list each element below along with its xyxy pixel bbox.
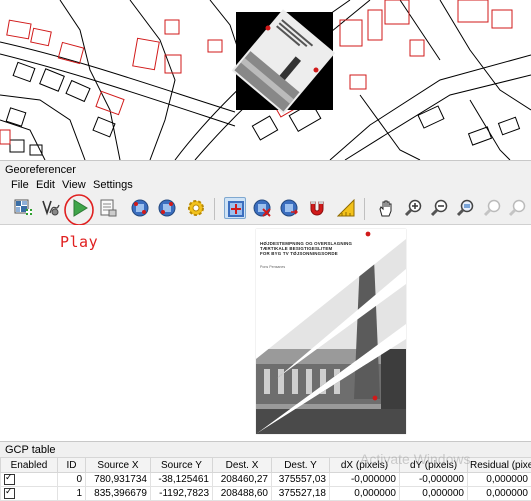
delete-point-button[interactable] [251,197,273,219]
dest-x-cell[interactable]: 208460,27 [213,473,272,487]
id-cell[interactable]: 1 [58,487,86,501]
enabled-checkbox[interactable] [4,488,15,499]
add-point-icon [227,200,245,218]
settings-button[interactable] [185,197,207,219]
zoom-to-layer-icon [456,199,474,217]
transformation-settings-button[interactable] [40,197,62,219]
zoom-next-icon [508,199,526,217]
menu-edit[interactable]: Edit [34,179,57,191]
open-raster-icon [14,199,32,217]
pan-icon [377,199,395,217]
add-point-button[interactable] [224,197,246,219]
col-dest-y[interactable]: Dest. Y [272,458,330,473]
source-y-cell[interactable]: -1192,7823 [151,487,213,501]
dest-x-cell[interactable]: 208488,60 [213,487,272,501]
settings-gear-icon [187,199,205,217]
save-gcp-points-icon [158,199,176,217]
col-dx[interactable]: dX (pixels) [330,458,400,473]
raster-document: HØJDESTEMPNING OG OVERSLAGNING TÆRTIKALE… [256,229,406,434]
zoom-last-icon [483,199,501,217]
col-residual[interactable]: Residual (pixels) [468,458,531,473]
zoom-out-button[interactable] [428,197,450,219]
map-parcels-drawing [0,0,531,160]
col-enabled[interactable]: Enabled [1,458,58,473]
raster-gcp-point [373,396,378,401]
gcp-table: Enabled ID Source X Source Y Dest. X Des… [0,457,531,501]
raster-gcp-point [366,232,371,237]
dy-cell: -0,000000 [400,473,468,487]
col-dest-x[interactable]: Dest. X [213,458,272,473]
source-x-cell[interactable]: 780,931734 [86,473,151,487]
link-qgis-icon [337,199,355,217]
dest-y-cell[interactable]: 375557,03 [272,473,330,487]
georeferencer-title-bar[interactable]: Georeferencer [0,160,531,179]
dx-cell: 0,000000 [330,487,400,501]
load-gcp-points-icon [131,199,149,217]
zoom-out-icon [430,199,448,217]
col-id[interactable]: ID [58,458,86,473]
raster-canvas[interactable]: Play HØJDESTEMPNING OG OVERSLAGNING TÆRT… [0,225,531,440]
play-annotation-label: Play [60,233,98,251]
col-dy[interactable]: dY (pixels) [400,458,468,473]
save-gcp-points-button[interactable] [156,197,178,219]
source-y-cell[interactable]: -38,125461 [151,473,213,487]
link-georeferencer-icon [308,199,326,217]
col-source-y[interactable]: Source Y [151,458,213,473]
delete-point-icon [253,199,271,217]
toolbar-separator [364,198,365,220]
menu-settings[interactable]: Settings [91,179,135,191]
gcp-table-title: GCP table [5,444,56,456]
zoom-in-icon [404,199,422,217]
zoom-to-layer-button[interactable] [454,197,476,219]
id-cell[interactable]: 0 [58,473,86,487]
raster-doc-photo [256,229,406,434]
load-gcp-points-button[interactable] [129,197,151,219]
link-georeferencer-button[interactable] [306,197,328,219]
pan-button[interactable] [375,197,397,219]
link-qgis-button[interactable] [335,197,357,219]
table-row[interactable]: 1 835,396679 -1192,7823 208488,60 375527… [1,487,531,501]
source-x-cell[interactable]: 835,396679 [86,487,151,501]
dx-cell: -0,000000 [330,473,400,487]
menu-view[interactable]: View [60,179,88,191]
dest-y-cell[interactable]: 375527,18 [272,487,330,501]
generate-gdal-script-icon [99,199,117,217]
generate-gdal-script-button[interactable] [97,197,119,219]
annotation-circle [62,192,96,228]
dy-cell: 0,000000 [400,487,468,501]
enabled-checkbox[interactable] [4,474,15,485]
gcp-table-header: GCP table [0,441,531,458]
open-raster-button[interactable] [12,197,34,219]
window-title: Georeferencer [5,164,76,176]
col-source-x[interactable]: Source X [86,458,151,473]
map-canvas[interactable] [0,0,531,160]
enabled-cell[interactable] [1,487,58,501]
enabled-cell[interactable] [1,473,58,487]
residual-cell: 0,000000 [468,487,531,501]
residual-cell: 0,000000 [468,473,531,487]
zoom-in-button[interactable] [402,197,424,219]
menu-file[interactable]: File [9,179,31,191]
transformation-settings-icon [42,199,60,217]
toolbar-separator [214,198,215,220]
move-gcp-icon [280,199,298,217]
table-row[interactable]: 0 780,931734 -38,125461 208460,27 375557… [1,473,531,487]
zoom-last-button[interactable] [481,197,503,219]
gcp-header-row: Enabled ID Source X Source Y Dest. X Des… [1,458,531,473]
zoom-next-button[interactable] [506,197,528,219]
move-gcp-button[interactable] [278,197,300,219]
